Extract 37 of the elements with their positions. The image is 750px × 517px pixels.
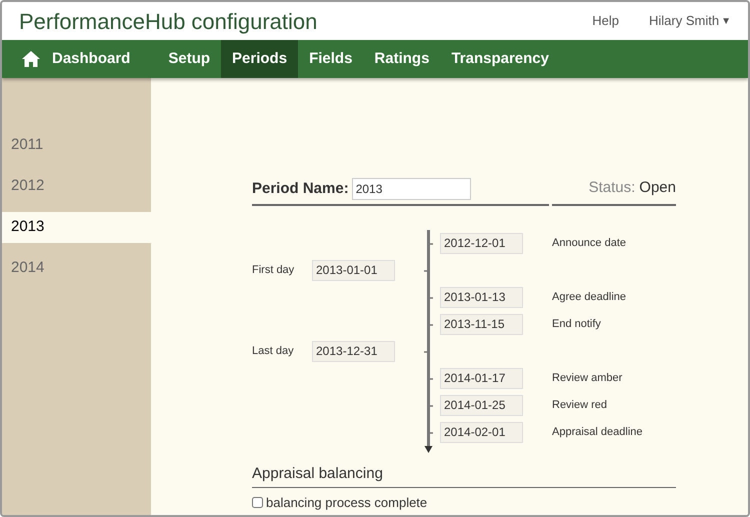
user-menu[interactable]: Hilary Smith▼ bbox=[649, 11, 731, 31]
nav-tab[interactable]: Ratings bbox=[363, 40, 440, 78]
date-field[interactable]: 2013-11-15 bbox=[440, 314, 523, 334]
help-link[interactable]: Help bbox=[592, 11, 620, 31]
sidebar-item[interactable]: 2011 bbox=[2, 130, 151, 161]
date-field[interactable]: 2013-01-01 bbox=[312, 260, 395, 280]
milestone-label: Review amber bbox=[552, 370, 622, 386]
nav-tab[interactable]: Setup bbox=[157, 40, 222, 78]
nav-tab[interactable]: Fields bbox=[298, 40, 364, 78]
milestone-label: Agree deadline bbox=[552, 290, 626, 305]
nav-tab[interactable]: Transparency bbox=[440, 40, 560, 78]
date-field[interactable]: 2013-12-31 bbox=[312, 340, 395, 362]
date-label: First day bbox=[252, 262, 296, 278]
sidebar-item[interactable]: 2014 bbox=[2, 253, 151, 284]
section-heading: Appraisal balancing bbox=[252, 464, 383, 482]
date-field[interactable]: 2014-01-17 bbox=[440, 368, 523, 388]
milestone-label: Announce date bbox=[552, 236, 626, 251]
balancing-checkbox[interactable] bbox=[252, 496, 263, 508]
nav-tab[interactable]: Periods bbox=[221, 40, 298, 78]
milestone-label: Appraisal deadline bbox=[552, 424, 643, 440]
milestone-label: End notify bbox=[552, 316, 601, 332]
status-value: Open bbox=[639, 178, 676, 198]
home-icon bbox=[22, 51, 40, 67]
nav-tab[interactable]: Dashboard bbox=[2, 40, 142, 78]
status-label: Status: bbox=[588, 178, 636, 198]
date-field[interactable]: 2014-02-01 bbox=[440, 422, 523, 442]
date-label: Last day bbox=[252, 344, 295, 359]
date-field[interactable]: 2012-12-01 bbox=[440, 232, 523, 254]
date-field[interactable]: 2014-01-25 bbox=[440, 394, 523, 416]
period-name-label: Period Name: bbox=[252, 179, 349, 199]
date-field[interactable]: 2013-01-13 bbox=[440, 286, 523, 308]
sidebar-item[interactable]: 2013 bbox=[2, 212, 151, 243]
period-name-field[interactable]: 2013 bbox=[352, 178, 471, 200]
milestone-label: Review red bbox=[552, 398, 608, 413]
app-title: PerformanceHub configuration bbox=[19, 8, 318, 36]
sidebar-item[interactable]: 2012 bbox=[2, 171, 151, 202]
checkbox-label: balancing process complete bbox=[266, 494, 428, 512]
